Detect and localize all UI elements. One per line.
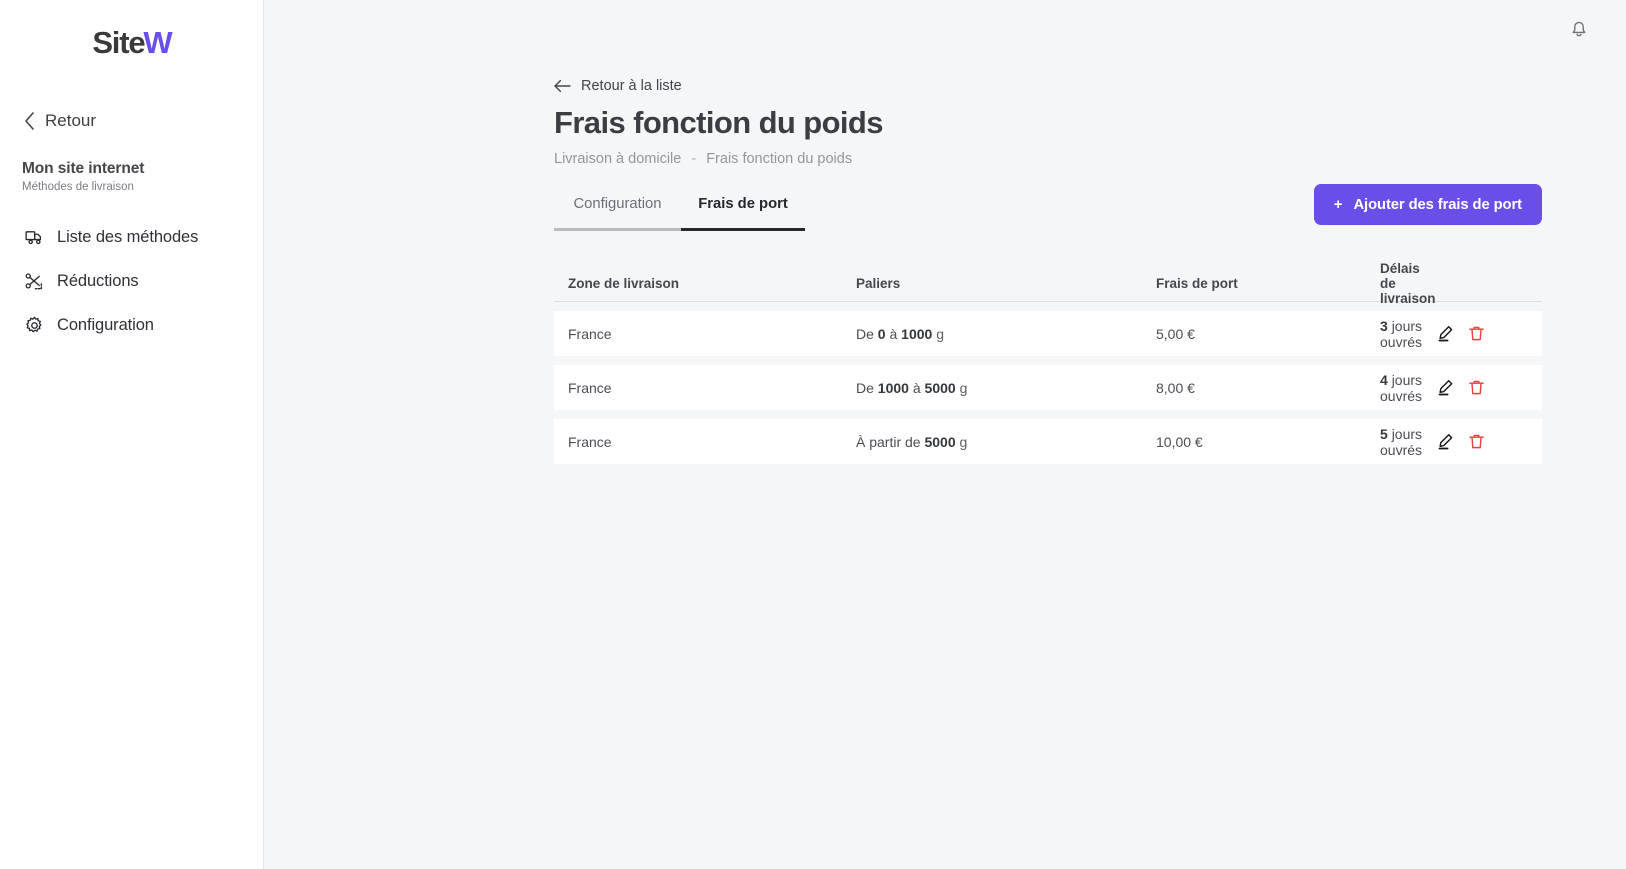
- page-content: Retour à la liste Frais fonction du poid…: [264, 78, 1626, 464]
- site-name: Mon site internet: [22, 160, 145, 177]
- cell-price: 8,00 €: [1156, 379, 1195, 396]
- palier-to: 1000: [901, 325, 933, 342]
- trash-icon[interactable]: [1467, 325, 1485, 343]
- tabs-bar: Configuration Frais de port + Ajouter de…: [554, 184, 1542, 231]
- sidebar-back-button[interactable]: Retour: [0, 108, 263, 134]
- column-header-delais: Délais de livraison: [1380, 261, 1436, 306]
- palier-prefix: À partir de: [856, 433, 921, 450]
- palier-prefix: De: [856, 325, 874, 342]
- trash-icon[interactable]: [1467, 379, 1485, 397]
- plus-icon: +: [1333, 196, 1343, 213]
- delay-number: 3: [1380, 317, 1388, 334]
- cell-palier: De 0 à 1000 g: [856, 326, 1156, 342]
- sidebar-item-reductions[interactable]: Réductions: [0, 259, 263, 303]
- app-logo[interactable]: Site W: [0, 0, 263, 80]
- topbar: [264, 0, 1626, 56]
- site-info: Mon site internet Méthodes de livraison: [0, 160, 263, 193]
- pencil-icon[interactable]: [1436, 379, 1454, 397]
- sidebar-item-label: Liste des méthodes: [57, 227, 199, 246]
- delay-number: 4: [1380, 371, 1388, 388]
- cell-delay: 4 jours ouvrés: [1380, 372, 1436, 404]
- column-header-zone: Zone de livraison: [568, 276, 680, 291]
- cell-zone: France: [568, 433, 612, 450]
- cell-delay: 5 jours ouvrés: [1380, 426, 1436, 458]
- add-shipping-fee-label: Ajouter des frais de port: [1353, 196, 1522, 213]
- table-header-row: Zone de livraison Paliers Frais de port …: [554, 261, 1542, 306]
- cell-actions: [1436, 325, 1528, 343]
- bell-icon[interactable]: [1566, 15, 1592, 41]
- logo-text: Site: [92, 25, 145, 60]
- pencil-icon[interactable]: [1436, 433, 1454, 451]
- sidebar-back-label: Retour: [45, 111, 97, 130]
- cell-zone: France: [568, 379, 612, 396]
- cell-price: 5,00 €: [1156, 325, 1195, 342]
- palier-mid: à: [889, 325, 898, 342]
- delay-number: 5: [1380, 425, 1388, 442]
- palier-to: 5000: [924, 433, 956, 450]
- pencil-icon[interactable]: [1436, 325, 1454, 343]
- site-section-label: Méthodes de livraison: [22, 181, 134, 193]
- arrow-left-icon: [554, 79, 571, 93]
- scissors-icon: [24, 271, 44, 291]
- column-header-frais: Frais de port: [1156, 276, 1238, 291]
- gear-icon: [24, 315, 44, 335]
- back-to-list-button[interactable]: Retour à la liste: [554, 78, 1542, 94]
- table-row[interactable]: France De 0 à 1000 g 5,00 € 3 jours ouvr…: [554, 311, 1542, 356]
- sidebar-item-label: Réductions: [57, 271, 139, 290]
- truck-icon: [24, 227, 44, 247]
- cell-palier: De 1000 à 5000 g: [856, 380, 1156, 396]
- table-row[interactable]: France De 1000 à 5000 g 8,00 € 4 jours o…: [554, 365, 1542, 410]
- main-area: Retour à la liste Frais fonction du poid…: [264, 0, 1626, 869]
- cell-actions: [1436, 379, 1528, 397]
- breadcrumb-separator: -: [691, 151, 697, 167]
- breadcrumb: Livraison à domicile - Frais fonction du…: [554, 151, 1542, 167]
- palier-from: 0: [877, 325, 886, 342]
- palier-unit: g: [936, 325, 945, 342]
- cell-actions: [1436, 433, 1528, 451]
- table-row[interactable]: France À partir de 5000 g 10,00 € 5 jour…: [554, 419, 1542, 464]
- back-to-list-label: Retour à la liste: [581, 78, 682, 94]
- shipping-fees-table: Zone de livraison Paliers Frais de port …: [554, 261, 1542, 464]
- palier-mid: à: [912, 379, 921, 396]
- cell-zone: France: [568, 325, 612, 342]
- breadcrumb-parent[interactable]: Livraison à domicile: [554, 151, 681, 167]
- breadcrumb-current: Frais fonction du poids: [706, 151, 853, 167]
- sidebar-item-configuration[interactable]: Configuration: [0, 303, 263, 347]
- chevron-left-icon: [24, 112, 35, 130]
- palier-prefix: De: [856, 379, 874, 396]
- palier-unit: g: [959, 433, 968, 450]
- trash-icon[interactable]: [1467, 433, 1485, 451]
- palier-to: 5000: [924, 379, 956, 396]
- add-shipping-fee-button[interactable]: + Ajouter des frais de port: [1313, 184, 1542, 225]
- palier-from: 1000: [877, 379, 909, 396]
- cell-price: 10,00 €: [1156, 433, 1203, 450]
- page-title: Frais fonction du poids: [554, 105, 884, 140]
- cell-palier: À partir de 5000 g: [856, 434, 1156, 450]
- cell-delay: 3 jours ouvrés: [1380, 318, 1436, 350]
- sidebar: Site W Retour Mon site internet Méthodes …: [0, 0, 264, 869]
- sidebar-item-liste-des-methodes[interactable]: Liste des méthodes: [0, 215, 263, 259]
- column-header-paliers: Paliers: [856, 276, 901, 291]
- logo-accent-w: W: [143, 25, 172, 60]
- tab-configuration[interactable]: Configuration: [554, 196, 681, 231]
- sidebar-item-label: Configuration: [57, 315, 154, 334]
- palier-unit: g: [959, 379, 968, 396]
- tab-frais-de-port[interactable]: Frais de port: [681, 196, 805, 231]
- sidebar-nav: Liste des méthodes Réductions Configurat…: [0, 215, 263, 347]
- app-root: Site W Retour Mon site internet Méthodes …: [0, 0, 1626, 869]
